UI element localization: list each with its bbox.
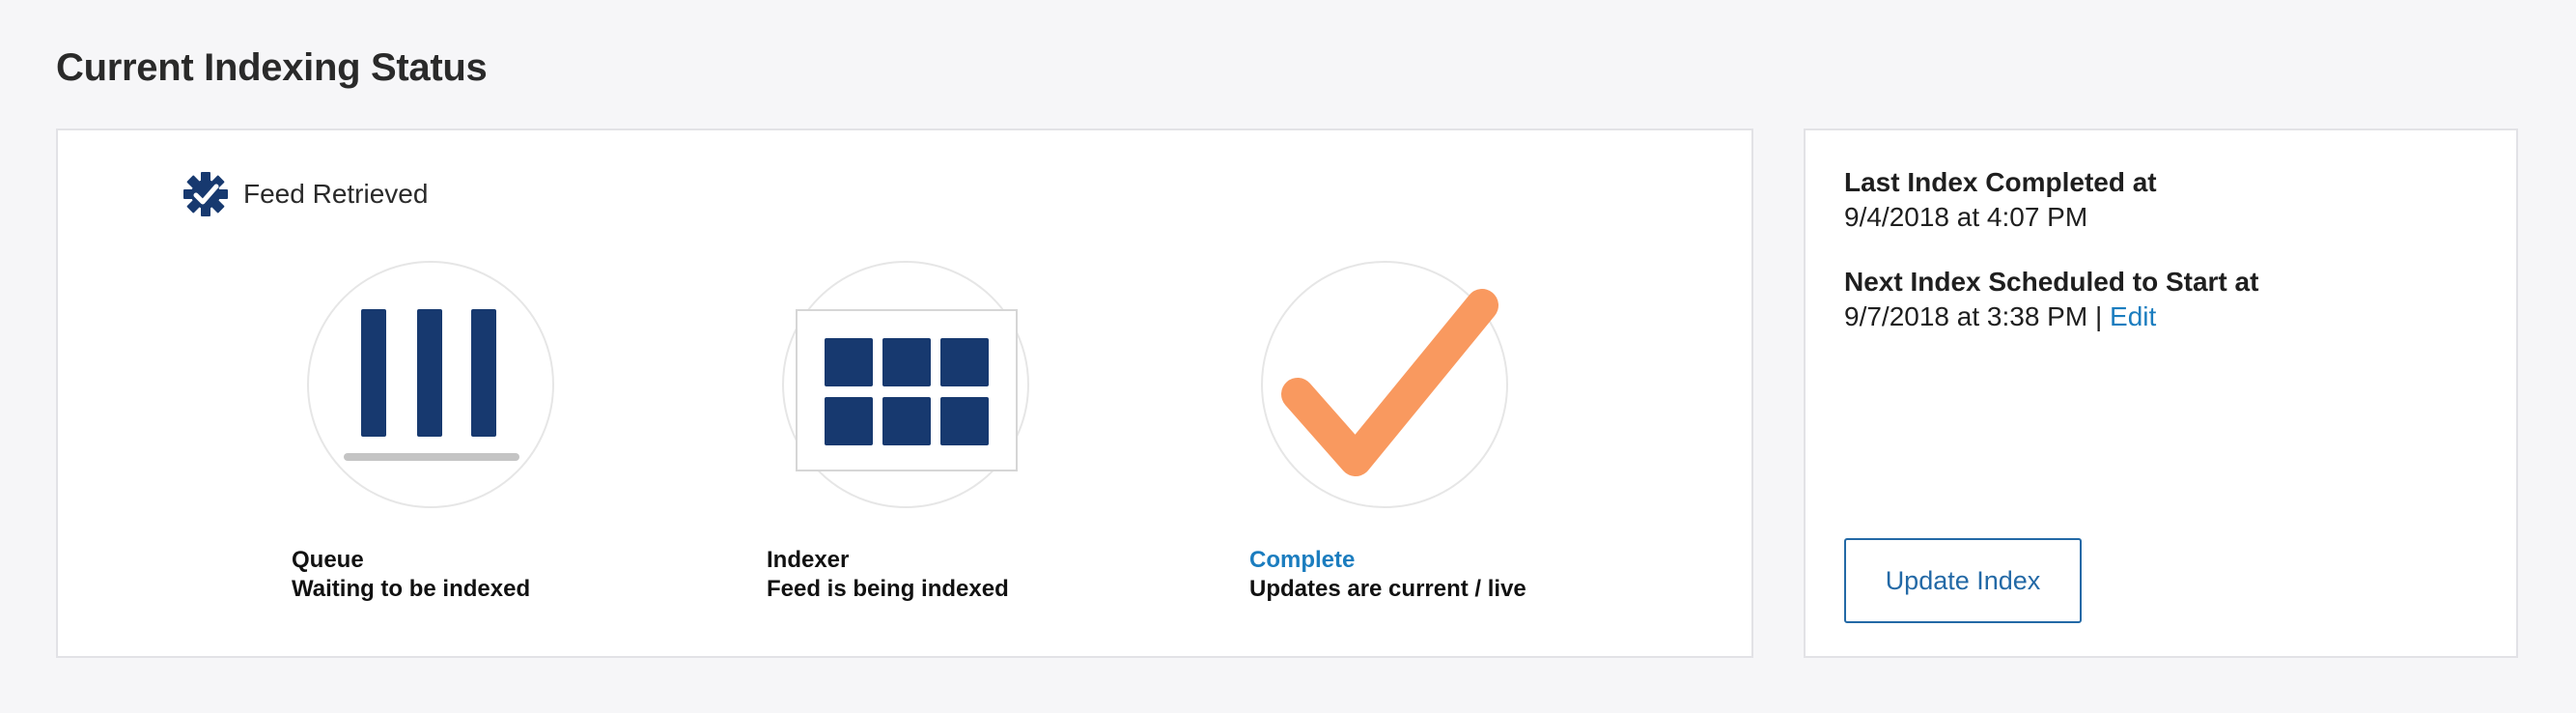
update-index-button[interactable]: Update Index: [1844, 538, 2082, 623]
stage-complete-title: Complete: [1249, 547, 1356, 573]
stage-indexer-description: Feed is being indexed: [767, 576, 1009, 602]
queue-bars-icon: [307, 261, 554, 508]
next-index-value: 9/7/2018 at 3:38 PM: [1844, 301, 2088, 331]
stage-queue-description: Waiting to be indexed: [292, 576, 531, 602]
last-index-label: Last Index Completed at: [1844, 167, 2157, 197]
next-index-info: Next Index Scheduled to Start at 9/7/201…: [1844, 267, 2258, 332]
index-grid-icon: [796, 309, 1018, 471]
separator: |: [2087, 301, 2111, 331]
stage-complete-description: Updates are current / live: [1249, 576, 1526, 602]
next-index-label: Next Index Scheduled to Start at: [1844, 267, 2259, 297]
stage-queue-title: Queue: [292, 547, 364, 573]
checkmark-icon: [1281, 289, 1498, 476]
feed-status: Feed Retrieved: [182, 169, 428, 219]
page-title: Current Indexing Status: [56, 46, 488, 89]
edit-schedule-link[interactable]: Edit: [2110, 301, 2156, 331]
stage-indexer-title: Indexer: [767, 547, 850, 573]
last-index-info: Last Index Completed at 9/4/2018 at 4:07…: [1844, 167, 2157, 233]
gear-check-icon: [183, 172, 228, 216]
schedule-card: Last Index Completed at 9/4/2018 at 4:07…: [1804, 128, 2518, 658]
feed-status-label: Feed Retrieved: [243, 179, 429, 209]
last-index-value: 9/4/2018 at 4:07 PM: [1844, 202, 2088, 232]
indexing-status-card: Feed Retrieved Queue Waiting to be index…: [56, 128, 1753, 658]
next-index-row: 9/7/2018 at 3:38 PM | Edit: [1844, 301, 2258, 332]
